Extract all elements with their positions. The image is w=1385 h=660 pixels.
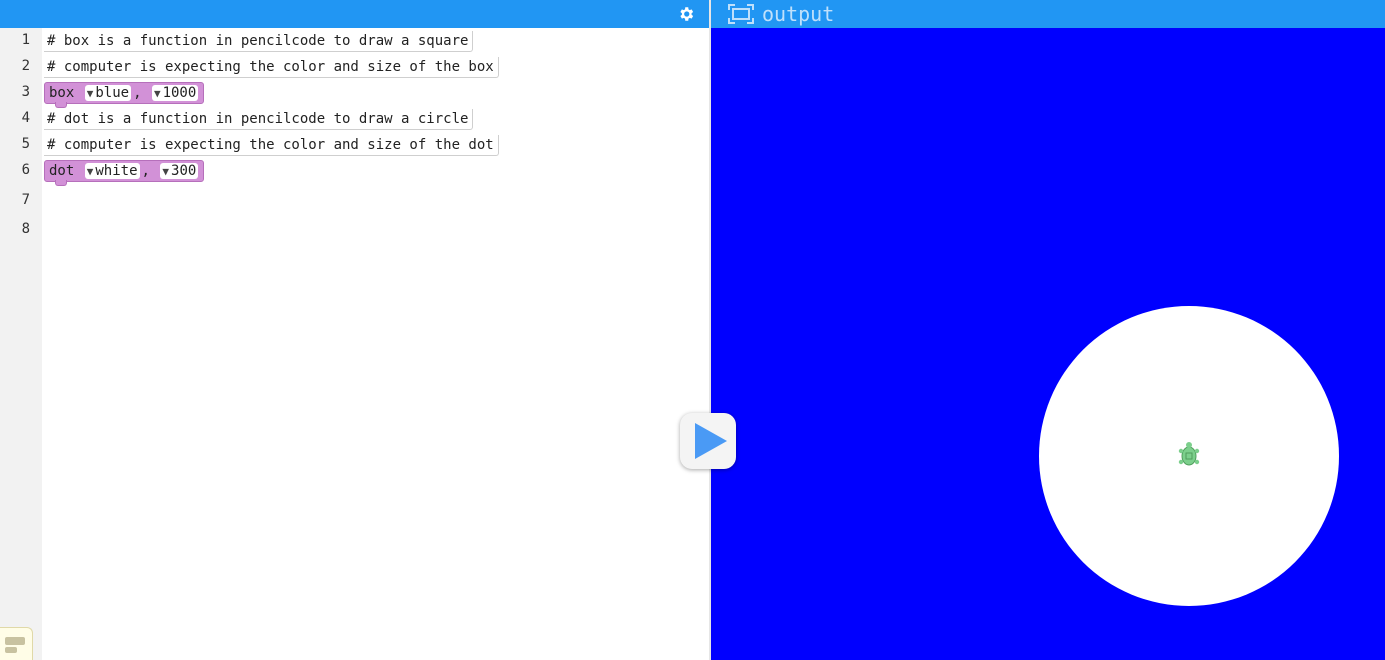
dropdown-arrow-icon[interactable]: ▼ [87, 165, 94, 178]
code-line[interactable]: # computer is expecting the color and si… [44, 56, 499, 78]
code-line[interactable]: # computer is expecting the color and si… [44, 134, 499, 156]
color-socket[interactable]: ▼ blue [84, 85, 132, 101]
code-line[interactable]: box ▼ blue , ▼ 1000 [44, 82, 205, 108]
line-number: 8 [21, 221, 30, 237]
comment-block[interactable]: # computer is expecting the color and si… [44, 56, 499, 78]
command-keyword: dot [49, 163, 75, 179]
size-socket[interactable]: ▼ 300 [160, 163, 199, 179]
blocks-icon [5, 637, 25, 653]
line-number: 6 [21, 162, 30, 178]
line-number: 4 [21, 110, 30, 126]
comma: , [133, 85, 142, 101]
gear-icon[interactable] [677, 5, 695, 23]
code-line[interactable]: # box is a function in pencilcode to dra… [44, 30, 474, 52]
output-header: output [711, 0, 1385, 28]
code-area[interactable]: # box is a function in pencilcode to dra… [42, 28, 709, 660]
line-number: 5 [21, 136, 30, 152]
size-value: 1000 [162, 85, 197, 101]
line-number: 7 [21, 192, 30, 208]
comment-block[interactable]: # computer is expecting the color and si… [44, 134, 499, 156]
run-button[interactable] [680, 413, 736, 469]
dropdown-arrow-icon[interactable]: ▼ [162, 165, 169, 178]
size-value: 300 [171, 163, 197, 179]
box-command-block[interactable]: box ▼ blue , ▼ 1000 [44, 82, 205, 108]
comma: , [141, 163, 150, 179]
dropdown-arrow-icon[interactable]: ▼ [87, 87, 94, 100]
size-socket[interactable]: ▼ 1000 [151, 85, 199, 101]
line-number: 1 [21, 32, 30, 48]
editor-pane: 1 2 3 4 5 6 7 8 # box is a function in p… [0, 0, 709, 660]
dot-command-block[interactable]: dot ▼ white , ▼ 300 [44, 160, 205, 186]
screen-icon[interactable] [727, 3, 755, 25]
output-pane: output [711, 0, 1385, 660]
editor-header [0, 0, 709, 28]
color-value: white [95, 163, 138, 179]
output-title: output [762, 2, 835, 26]
comment-block[interactable]: # dot is a function in pencilcode to dra… [44, 108, 474, 130]
output-canvas[interactable] [711, 28, 1385, 660]
code-line[interactable]: # dot is a function in pencilcode to dra… [44, 108, 474, 130]
color-socket[interactable]: ▼ white [84, 163, 140, 179]
comment-block[interactable]: # box is a function in pencilcode to dra… [44, 30, 474, 52]
line-number: 3 [21, 84, 30, 100]
color-value: blue [95, 85, 130, 101]
play-icon [695, 423, 727, 459]
command-keyword: box [49, 85, 75, 101]
blocks-palette-toggle[interactable] [0, 627, 33, 660]
code-line[interactable]: dot ▼ white , ▼ 300 [44, 160, 205, 186]
line-number: 2 [21, 58, 30, 74]
line-number-gutter: 1 2 3 4 5 6 7 8 [0, 28, 42, 660]
dropdown-arrow-icon[interactable]: ▼ [154, 87, 161, 100]
